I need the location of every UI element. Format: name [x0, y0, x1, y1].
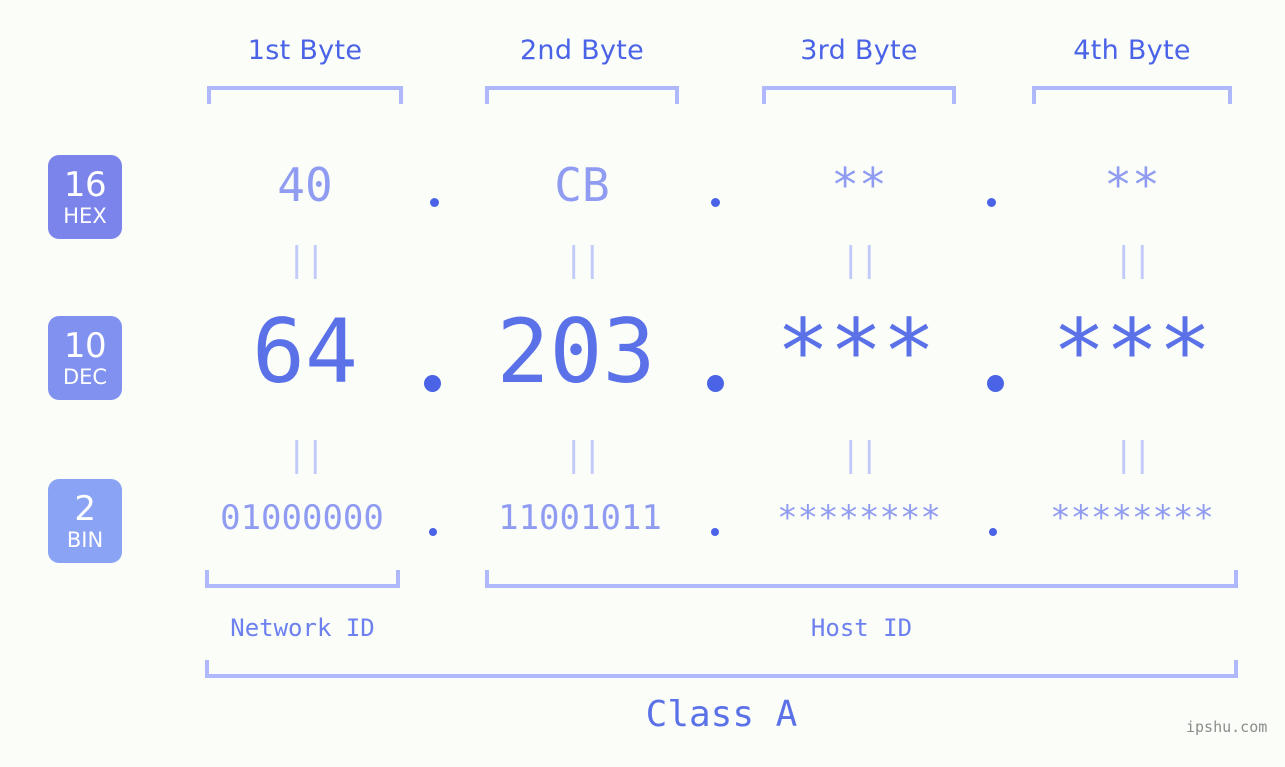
byte-bracket-1 [207, 86, 403, 104]
ip-address-breakdown-diagram: 1st Byte 2nd Byte 3rd Byte 4th Byte 16 H… [0, 0, 1285, 767]
dec-separator-dot-2 [707, 375, 724, 392]
dec-octet-2: 203 [496, 300, 656, 403]
dec-octet-4: *** [1052, 300, 1212, 403]
base-badge-hex: 16 HEX [48, 155, 122, 239]
base-badge-hex-number: 16 [63, 164, 107, 205]
base-badge-dec-abbr: DEC [62, 364, 108, 389]
byte-bracket-2 [485, 86, 679, 104]
byte-bracket-3 [762, 86, 956, 104]
bin-separator-dot-3 [989, 528, 997, 536]
bin-separator-dot-2 [711, 528, 719, 536]
hex-separator-dot-1 [430, 198, 439, 207]
equals-mark-hex-dec-3: || [840, 240, 880, 280]
equals-mark-hex-dec-2: || [563, 240, 603, 280]
hex-octet-3: ** [831, 158, 887, 212]
equals-mark-hex-dec-4: || [1113, 240, 1153, 280]
hex-separator-dot-3 [987, 198, 996, 207]
dec-separator-dot-1 [424, 375, 441, 392]
class-bracket [205, 660, 1238, 678]
byte-header-label-2: 2nd Byte [519, 35, 645, 66]
host-id-label: Host ID [810, 614, 913, 642]
bin-octet-1: 01000000 [220, 498, 384, 538]
bin-octet-3: ******** [777, 498, 941, 538]
bin-separator-dot-1 [429, 528, 437, 536]
equals-mark-dec-bin-4: || [1113, 435, 1153, 475]
network-id-bracket [205, 570, 400, 588]
bin-octet-4: ******** [1050, 498, 1214, 538]
watermark-text: ipshu.com [1186, 718, 1268, 736]
class-label: Class A [645, 694, 798, 735]
equals-mark-dec-bin-2: || [563, 435, 603, 475]
byte-header-label-3: 3rd Byte [800, 35, 918, 66]
equals-mark-dec-bin-3: || [840, 435, 880, 475]
equals-mark-hex-dec-1: || [286, 240, 326, 280]
base-badge-bin: 2 BIN [48, 479, 122, 563]
host-id-bracket [485, 570, 1238, 588]
hex-separator-dot-2 [711, 198, 720, 207]
base-badge-bin-abbr: BIN [66, 527, 104, 552]
dec-octet-3: *** [776, 300, 936, 403]
base-badge-hex-abbr: HEX [63, 203, 107, 228]
byte-bracket-4 [1032, 86, 1232, 104]
bin-octet-2: 11001011 [498, 498, 662, 538]
base-badge-dec: 10 DEC [48, 316, 122, 400]
dec-octet-1: 64 [252, 300, 358, 403]
base-badge-bin-number: 2 [74, 488, 96, 529]
hex-octet-1: 40 [277, 158, 333, 212]
equals-mark-dec-bin-1: || [286, 435, 326, 475]
byte-header-label-4: 4th Byte [1073, 35, 1191, 66]
base-badge-dec-number: 10 [63, 325, 107, 366]
hex-octet-2: CB [554, 158, 610, 212]
hex-octet-4: ** [1104, 158, 1160, 212]
dec-separator-dot-3 [987, 375, 1004, 392]
byte-header-label-1: 1st Byte [247, 35, 363, 66]
network-id-label: Network ID [230, 614, 375, 642]
